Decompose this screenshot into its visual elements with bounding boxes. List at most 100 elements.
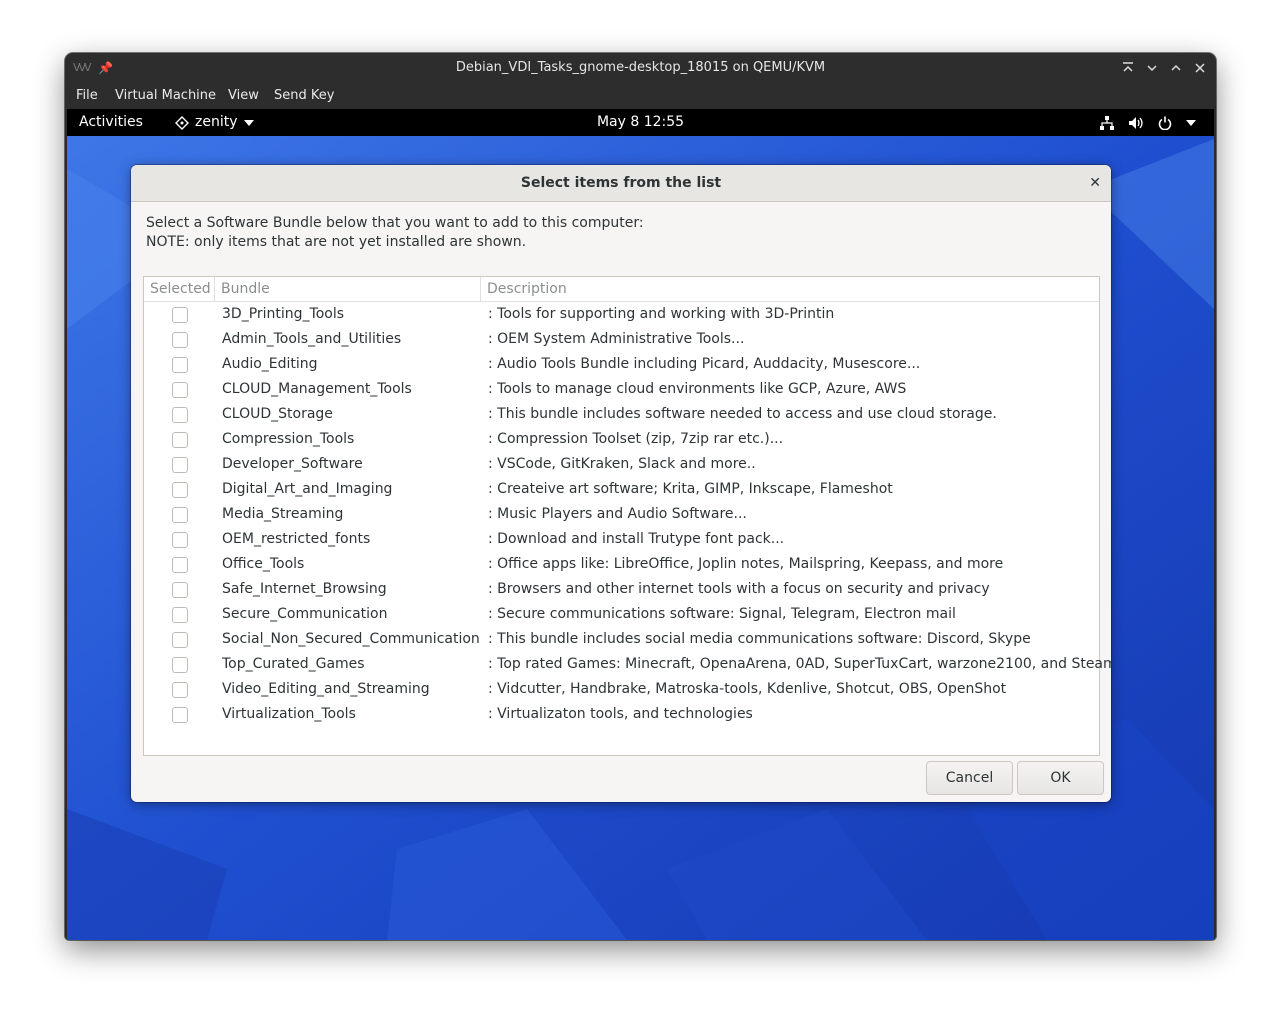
vm-menubar: File Virtual Machine View Send Key [65, 83, 1216, 109]
row-checkbox[interactable] [172, 682, 188, 698]
vm-titlebar[interactable]: VVV 📌 Debian_VDI_Tasks_gnome-desktop_180… [65, 53, 1216, 83]
bundle-cell: Social_Non_Secured_Communication [222, 631, 480, 647]
table-row[interactable]: CLOUD_Management_Tools : Tools to manage … [144, 377, 1099, 402]
cancel-button[interactable]: Cancel [926, 761, 1013, 795]
system-tray[interactable] [1100, 109, 1196, 136]
description-cell: : Tools to manage cloud environments lik… [488, 381, 907, 397]
description-cell: : Createive art software; Krita, GIMP, I… [488, 481, 893, 497]
window-controls [1118, 53, 1210, 83]
table-row[interactable]: Secure_Communication : Secure communicati… [144, 602, 1099, 627]
row-checkbox[interactable] [172, 357, 188, 373]
bundle-cell: CLOUD_Management_Tools [222, 381, 412, 397]
description-cell: : This bundle includes software needed t… [488, 406, 997, 422]
row-checkbox[interactable] [172, 332, 188, 348]
row-checkbox[interactable] [172, 532, 188, 548]
bundle-cell: Admin_Tools_and_Utilities [222, 331, 402, 347]
description-cell: : Office apps like: LibreOffice, Joplin … [488, 556, 1004, 572]
bundle-cell: Video_Editing_and_Streaming [222, 681, 430, 697]
bundle-cell: Office_Tools [222, 556, 305, 572]
close-icon[interactable]: ✕ [1089, 165, 1101, 201]
table-row[interactable]: Social_Non_Secured_Communication : This b… [144, 627, 1099, 652]
dialog-title: Select items from the list [520, 175, 722, 191]
row-checkbox[interactable] [172, 557, 188, 573]
bundle-cell: 3D_Printing_Tools [222, 306, 345, 322]
menu-virtual-machine[interactable]: Virtual Machine [115, 83, 216, 109]
list-header: Selected Bundle Description [144, 277, 1099, 302]
description-cell: : VSCode, GitKraken, Slack and more.. [488, 456, 756, 472]
power-icon [1158, 116, 1172, 130]
table-row[interactable]: Top_Curated_Games : Top rated Games: Mine… [144, 652, 1111, 677]
description-cell: : Download and install Trutype font pack… [488, 531, 785, 547]
row-checkbox[interactable] [172, 607, 188, 623]
table-row[interactable]: Compression_Tools : Compression Toolset (… [144, 427, 1099, 452]
bundle-cell: Media_Streaming [222, 506, 344, 522]
description-cell: : Compression Toolset (zip, 7zip rar etc… [488, 431, 784, 447]
minimize-icon[interactable] [1142, 53, 1162, 83]
ok-button[interactable]: OK [1017, 761, 1104, 795]
bundle-cell: Audio_Editing [222, 356, 318, 372]
table-row[interactable]: Admin_Tools_and_Utilities: OEM System Ad… [144, 327, 1099, 352]
table-row[interactable]: 3D_Printing_Tools : Tools for supporting … [144, 302, 1099, 327]
table-row[interactable]: Digital_Art_and_Imaging : Createive art s… [144, 477, 1099, 502]
bundle-cell: Virtualization_Tools [222, 706, 356, 722]
description-cell: : Top rated Games: Minecraft, OpenaArena… [488, 656, 1111, 672]
row-checkbox[interactable] [172, 432, 188, 448]
column-header-selected[interactable]: Selected [150, 277, 211, 301]
table-row[interactable]: Virtualization_Tools : Virtualizaton tool… [144, 702, 1099, 727]
row-checkbox[interactable] [172, 657, 188, 673]
table-row[interactable]: OEM_restricted_fonts : Download and insta… [144, 527, 1099, 552]
dialog-prompt: Select a Software Bundle below that you … [146, 214, 644, 252]
table-row[interactable]: Developer_Software : VSCode, GitKraken, S… [144, 452, 1099, 477]
prompt-line-2: NOTE: only items that are not yet instal… [146, 234, 527, 250]
chevron-down-icon [1186, 119, 1196, 126]
bundle-cell: Top_Curated_Games [222, 656, 365, 672]
vm-window-title: Debian_VDI_Tasks_gnome-desktop_18015 on … [455, 60, 826, 75]
description-cell: : Tools for supporting and working with … [488, 306, 835, 322]
volume-icon [1129, 116, 1143, 129]
row-checkbox[interactable] [172, 582, 188, 598]
column-header-bundle[interactable]: Bundle [214, 277, 270, 301]
row-checkbox[interactable] [172, 507, 188, 523]
maximize-icon[interactable] [1166, 53, 1186, 83]
dialog-header[interactable]: Select items from the list ✕ [131, 165, 1111, 202]
row-checkbox[interactable] [172, 307, 188, 323]
table-row[interactable]: Safe_Internet_Browsing : Browsers and oth… [144, 577, 1099, 602]
menu-send-key[interactable]: Send Key [274, 83, 334, 109]
description-cell: : Vidcutter, Handbrake, Matroska-tools, … [488, 681, 1007, 697]
description-cell: : Browsers and other internet tools with… [488, 581, 990, 597]
bundle-cell: Compression_Tools [222, 431, 355, 447]
row-checkbox[interactable] [172, 632, 188, 648]
clock[interactable]: May 8 12:55 [67, 109, 1214, 136]
table-row[interactable]: Audio_Editing : Audio Tools Bundle includ… [144, 352, 1099, 377]
row-checkbox[interactable] [172, 707, 188, 723]
description-cell: : Audio Tools Bundle including Picard, A… [488, 356, 921, 372]
bundle-list[interactable]: Selected Bundle Description 3D_Printing_… [143, 276, 1111, 756]
menu-file[interactable]: File [76, 83, 98, 109]
network-icon [1100, 115, 1114, 130]
description-cell: : Virtualizaton tools, and technologies [488, 706, 753, 722]
table-row[interactable]: CLOUD_Storage : This bundle includes soft… [144, 402, 1099, 427]
close-icon[interactable] [1190, 53, 1210, 83]
bundle-cell: Developer_Software [222, 456, 363, 472]
description-cell: : This bundle includes social media comm… [488, 631, 1031, 647]
bundle-cell: OEM_restricted_fonts [222, 531, 371, 547]
description-cell: : Secure communications software: Signal… [488, 606, 956, 622]
list-rows: 3D_Printing_Tools : Tools for supporting … [144, 302, 1111, 727]
bundle-cell: CLOUD_Storage [222, 406, 333, 422]
keep-above-icon[interactable] [1118, 53, 1138, 83]
table-row[interactable]: Video_Editing_and_Streaming : Vidcutter, … [144, 677, 1099, 702]
row-checkbox[interactable] [172, 407, 188, 423]
table-row[interactable]: Media_Streaming : Music Players and Audio… [144, 502, 1099, 527]
bundle-cell: Digital_Art_and_Imaging [222, 481, 393, 497]
gnome-top-bar: Activities zenity May 8 12:55 [67, 109, 1214, 136]
row-checkbox[interactable] [172, 482, 188, 498]
menu-view[interactable]: View [228, 83, 259, 109]
bundle-cell: Safe_Internet_Browsing [222, 581, 387, 597]
zenity-list-dialog: Select items from the list ✕ Select a So… [131, 165, 1111, 802]
bundle-cell: Secure_Communication [222, 606, 388, 622]
row-checkbox[interactable] [172, 457, 188, 473]
column-header-description[interactable]: Description [480, 277, 567, 301]
row-checkbox[interactable] [172, 382, 188, 398]
table-row[interactable]: Office_Tools : Office apps like: LibreOff… [144, 552, 1099, 577]
description-cell: : Music Players and Audio Software... [488, 506, 747, 522]
